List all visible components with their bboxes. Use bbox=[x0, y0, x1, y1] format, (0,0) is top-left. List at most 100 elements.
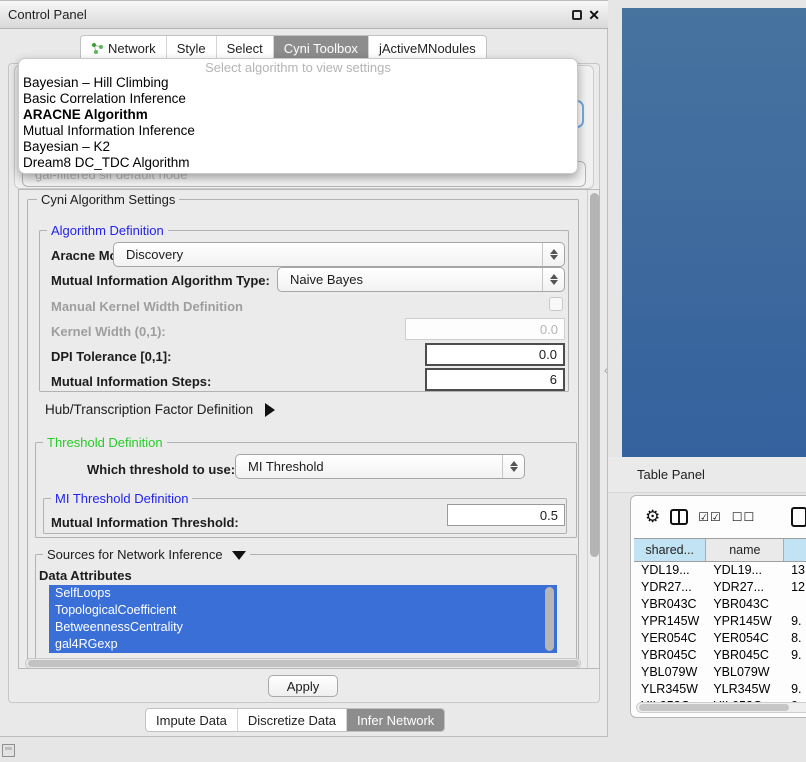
apply-button-label: Apply bbox=[287, 679, 320, 694]
kernel-width-field[interactable]: 0.0 bbox=[405, 318, 565, 340]
tab-impute-data[interactable]: Impute Data bbox=[146, 709, 238, 731]
tab-cyni-toolbox[interactable]: Cyni Toolbox bbox=[274, 36, 369, 60]
table-cell: YDR27... bbox=[706, 579, 784, 596]
close-icon[interactable]: ✕ bbox=[588, 10, 600, 20]
attributes-scrollbar[interactable] bbox=[545, 587, 554, 651]
kernel-width-value: 0.0 bbox=[540, 322, 558, 337]
table-cell: 9. bbox=[784, 647, 806, 664]
gear-icon[interactable]: ⚙ bbox=[645, 507, 660, 527]
deselect-all-checkboxes-icon[interactable]: ☐☐ bbox=[732, 510, 756, 524]
columns-icon[interactable] bbox=[670, 509, 688, 525]
cyni-algorithm-settings-title: Cyni Algorithm Settings bbox=[37, 192, 179, 207]
table-cell: 8. bbox=[784, 630, 806, 647]
tab-label: Select bbox=[227, 41, 263, 56]
kernel-width-label: Kernel Width (0,1): bbox=[51, 324, 166, 339]
collapse-down-icon bbox=[232, 551, 246, 560]
float-panel-icon[interactable] bbox=[572, 10, 582, 20]
table-cell: YPR145W bbox=[634, 613, 706, 630]
tab-infer-network[interactable]: Infer Network bbox=[347, 709, 444, 731]
settings-vscrollbar-thumb[interactable] bbox=[590, 193, 599, 557]
table-row[interactable]: YBL079WYBL079W bbox=[634, 664, 806, 681]
column-header[interactable]: name bbox=[706, 539, 784, 561]
tab-label: Network bbox=[108, 41, 156, 56]
hub-definition-toggle[interactable]: Hub/Transcription Factor Definition bbox=[45, 402, 275, 417]
tab-jactivemnodules[interactable]: jActiveMNodules bbox=[369, 36, 486, 60]
table-cell: 13 bbox=[784, 562, 806, 579]
table-cell: YBL079W bbox=[634, 664, 706, 681]
tab-discretize-data[interactable]: Discretize Data bbox=[238, 709, 347, 731]
control-panel: Control Panel ✕ Network S bbox=[0, 0, 608, 737]
table-row[interactable]: YDL19...YDL19...13 bbox=[634, 562, 806, 579]
table-row[interactable]: YBR043CYBR043C bbox=[634, 596, 806, 613]
table-hscrollbar[interactable] bbox=[636, 702, 806, 713]
table-cell: YDL19... bbox=[706, 562, 784, 579]
dpi-tolerance-field[interactable]: 0.0 bbox=[425, 343, 565, 366]
data-attribute-item[interactable]: TopologicalCoefficient bbox=[49, 602, 557, 619]
algorithm-option[interactable]: Mutual Information Inference bbox=[19, 123, 577, 139]
new-table-icon[interactable] bbox=[791, 507, 806, 527]
table-hscrollbar-thumb[interactable] bbox=[639, 704, 789, 711]
algorithm-option[interactable]: Dream8 DC_TDC Algorithm bbox=[19, 155, 577, 171]
algorithm-dropdown-popup: Select algorithm to view settings Bayesi… bbox=[18, 58, 578, 174]
algorithm-option[interactable]: Bayesian – Hill Climbing bbox=[19, 75, 577, 91]
hub-definition-label: Hub/Transcription Factor Definition bbox=[45, 402, 253, 417]
algorithm-option[interactable]: Basic Correlation Inference bbox=[19, 91, 577, 107]
table-row[interactable]: YLR345WYLR345W9. bbox=[634, 681, 806, 698]
mi-threshold-field[interactable]: 0.5 bbox=[447, 504, 565, 526]
column-header[interactable] bbox=[784, 539, 806, 561]
tab-network[interactable]: Network bbox=[81, 36, 167, 60]
table-cell: YER054C bbox=[706, 630, 784, 647]
tab-style[interactable]: Style bbox=[167, 36, 217, 60]
dpi-tolerance-label: DPI Tolerance [0,1]: bbox=[51, 349, 171, 364]
data-attribute-item[interactable]: gal4RGexp bbox=[49, 636, 557, 653]
which-threshold-value: MI Threshold bbox=[248, 459, 324, 474]
table-cell: YBR043C bbox=[706, 596, 784, 613]
algorithm-option[interactable]: ARACNE Algorithm bbox=[19, 107, 577, 123]
settings-vscrollbar[interactable] bbox=[587, 190, 600, 669]
settings-hscrollbar[interactable] bbox=[25, 658, 581, 669]
combo-arrows-icon bbox=[542, 268, 564, 291]
tab-label: Impute Data bbox=[156, 713, 227, 728]
combo-arrows-icon bbox=[542, 243, 564, 266]
mini-panel-icon[interactable] bbox=[2, 744, 15, 757]
threshold-definition-title: Threshold Definition bbox=[43, 435, 167, 450]
screen: Control Panel ✕ Network S bbox=[0, 0, 806, 762]
apply-button[interactable]: Apply bbox=[268, 675, 338, 697]
data-attribute-item[interactable]: SelfLoops bbox=[49, 585, 557, 602]
settings-hscrollbar-thumb[interactable] bbox=[28, 660, 579, 667]
table-row[interactable]: YPR145WYPR145W9. bbox=[634, 613, 806, 630]
mi-threshold-label: Mutual Information Threshold: bbox=[51, 515, 239, 530]
mi-steps-field[interactable]: 6 bbox=[425, 368, 565, 391]
tab-label: jActiveMNodules bbox=[379, 41, 476, 56]
aracne-mode-combo[interactable]: Discovery bbox=[113, 242, 565, 267]
data-attribute-item[interactable]: BetweennessCentrality bbox=[49, 619, 557, 636]
table-cell: YBL079W bbox=[706, 664, 784, 681]
control-panel-titlebar: Control Panel ✕ bbox=[0, 1, 608, 29]
table-cell: YBR043C bbox=[634, 596, 706, 613]
table-row[interactable]: YDR27...YDR27...12 bbox=[634, 579, 806, 596]
sources-group-title[interactable]: Sources for Network Inference bbox=[43, 547, 250, 562]
select-all-checkboxes-icon[interactable]: ☑☑ bbox=[698, 510, 722, 524]
sources-title-label: Sources for Network Inference bbox=[47, 547, 223, 562]
manual-kernel-label: Manual Kernel Width Definition bbox=[51, 299, 243, 314]
table-cell: YPR145W bbox=[706, 613, 784, 630]
manual-kernel-checkbox[interactable] bbox=[549, 297, 563, 311]
table-row[interactable]: YBR045CYBR045C9. bbox=[634, 647, 806, 664]
algorithm-option[interactable]: Bayesian – K2 bbox=[19, 139, 577, 155]
mi-threshold-group-title: MI Threshold Definition bbox=[51, 491, 192, 506]
network-icon bbox=[91, 42, 104, 55]
mi-type-value: Naive Bayes bbox=[290, 272, 363, 287]
data-attributes-label: Data Attributes bbox=[39, 568, 132, 583]
panel-divider-handle[interactable]: ‹ bbox=[604, 365, 608, 377]
column-header[interactable]: shared... bbox=[634, 539, 706, 561]
which-threshold-combo[interactable]: MI Threshold bbox=[235, 454, 525, 479]
table-cell bbox=[784, 664, 806, 681]
mi-type-combo[interactable]: Naive Bayes bbox=[277, 267, 565, 292]
table-cell: YBR045C bbox=[634, 647, 706, 664]
table-body: YDL19...YDL19...13YDR27...YDR27...12YBR0… bbox=[634, 562, 806, 702]
table-row[interactable]: YER054CYER054C8. bbox=[634, 630, 806, 647]
tab-label: Discretize Data bbox=[248, 713, 336, 728]
node-table: ⚙ ☑☑ ☐☐ shared...name YDL19...YDL19...13… bbox=[630, 495, 806, 718]
which-threshold-label: Which threshold to use: bbox=[87, 462, 235, 477]
tab-select[interactable]: Select bbox=[217, 36, 274, 60]
